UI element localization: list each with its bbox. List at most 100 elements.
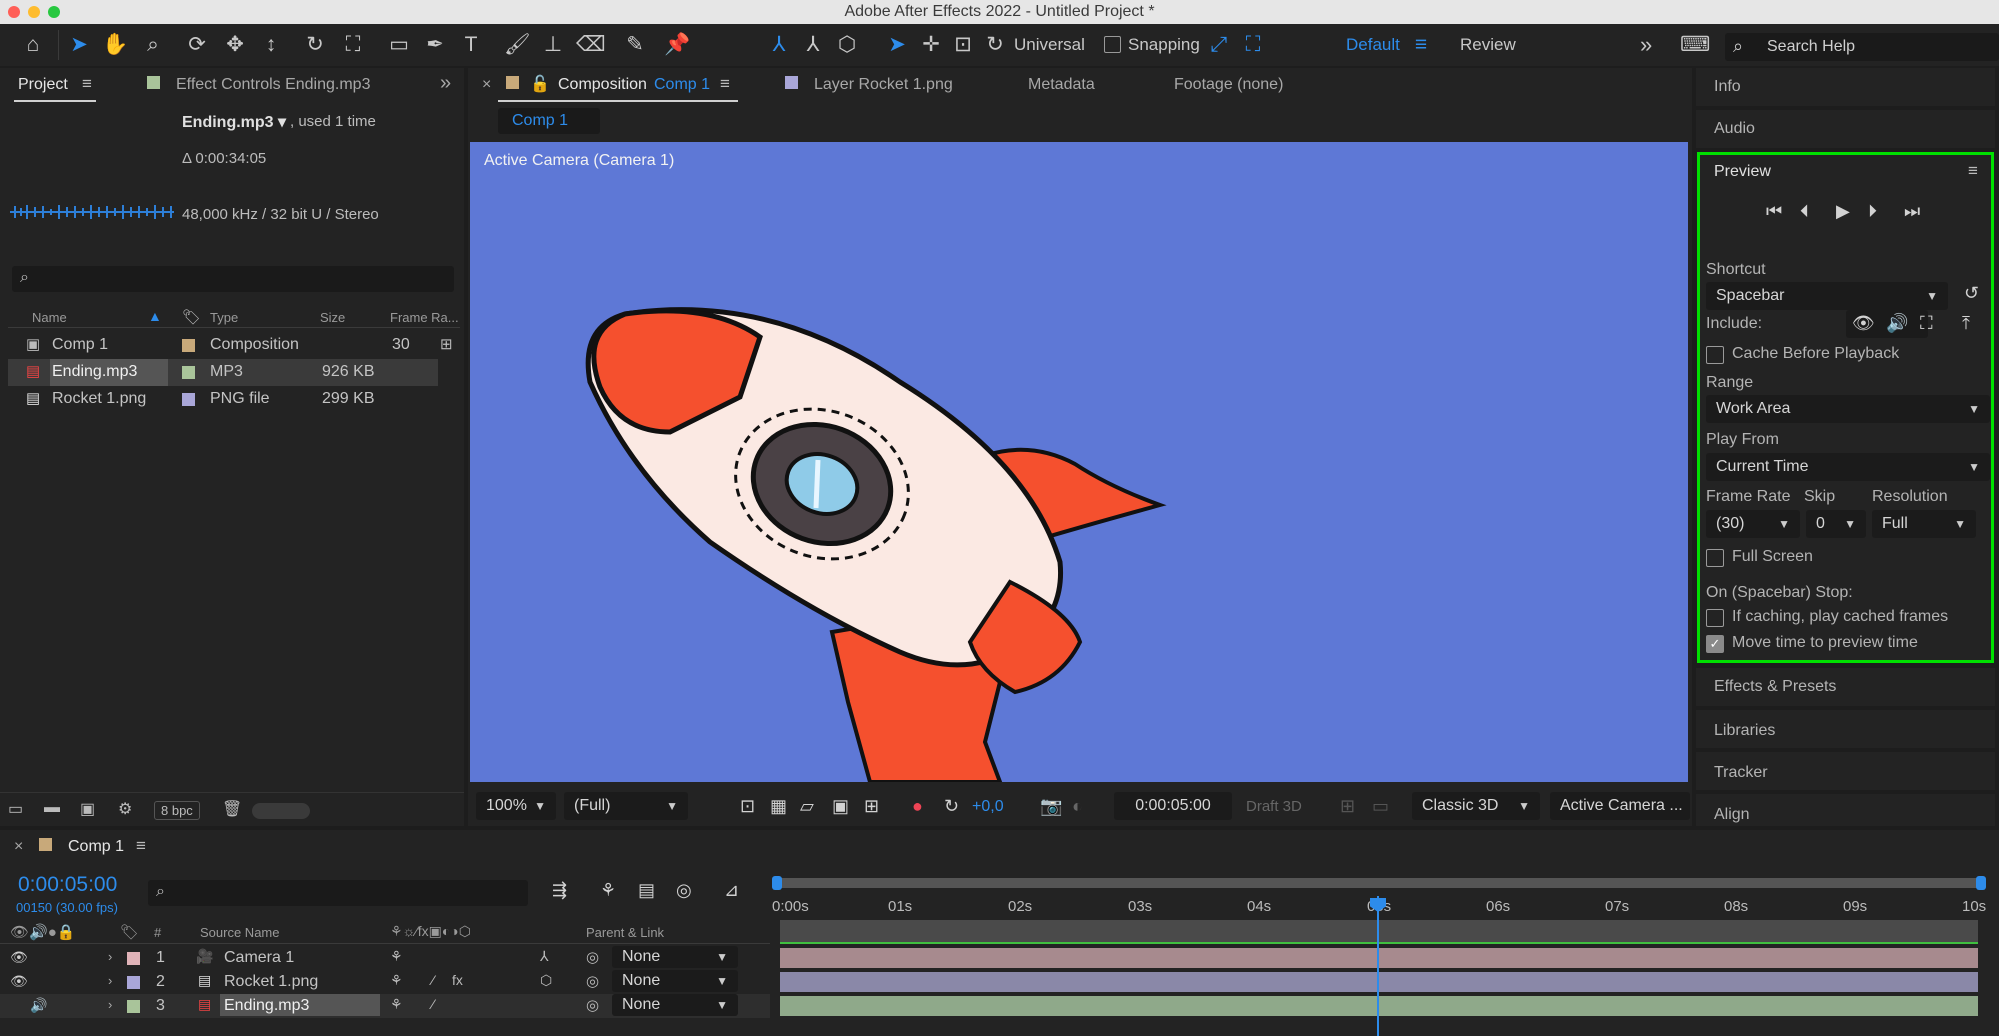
video-toggle-icon[interactable]: 👁 <box>10 949 28 966</box>
lock-icon[interactable]: 🔓 <box>530 74 550 94</box>
project-search-input[interactable]: ⌕ <box>12 266 454 292</box>
layer-label-swatch[interactable] <box>127 976 140 989</box>
next-frame-icon[interactable]: ⏵ <box>1868 201 1877 222</box>
label-column-icon[interactable]: 🏷 <box>182 308 201 326</box>
tab-project[interactable]: Project <box>18 76 68 94</box>
orbit-camera-icon[interactable]: ⟳ <box>184 32 210 58</box>
table-row[interactable]: ▣ Comp 1 Composition 30 ⊞ <box>8 332 460 359</box>
expand-chevron-icon[interactable]: › <box>108 973 112 988</box>
draft3d-timeline-icon[interactable]: ⚘ <box>600 880 616 901</box>
project-menu-icon[interactable]: ≡ <box>82 74 92 94</box>
zoom-tool-icon[interactable]: ⌕ <box>140 32 166 58</box>
workspace-menu-icon[interactable]: ≡ <box>1408 32 1434 58</box>
region-of-interest-icon[interactable]: ▣ <box>832 796 849 817</box>
clone-stamp-icon[interactable]: ⊥ <box>540 32 566 58</box>
pan-behind-icon[interactable]: ⛶ <box>340 32 366 58</box>
preview-resolution-select[interactable]: Full ▼ <box>1872 510 1976 538</box>
layer-row[interactable]: 🔊 › 3 ▤ Ending.mp3 ⚘ ⁄ ◎ None ▼ <box>0 994 770 1018</box>
expand-chevron-icon[interactable]: › <box>108 949 112 964</box>
current-time-indicator[interactable] <box>1377 896 1379 1036</box>
align-panel[interactable]: Align <box>1696 794 1995 826</box>
sort-ascending-icon[interactable]: ▲ <box>148 308 162 324</box>
range-select[interactable]: Work Area ▼ <box>1706 395 1990 423</box>
layer-bar[interactable] <box>780 996 1978 1016</box>
av-switches-icon[interactable]: 👁🔊●🔒 <box>10 923 75 941</box>
extended-viewer-icon[interactable]: ▭ <box>1372 796 1389 817</box>
layer-label-swatch[interactable] <box>127 952 140 965</box>
comp-mini-flowchart-icon[interactable]: ⇶ <box>552 880 567 901</box>
pick-whip-icon[interactable]: ◎ <box>586 972 599 990</box>
tab-footage[interactable]: Footage (none) <box>1174 76 1283 94</box>
play-from-select[interactable]: Current Time ▼ <box>1706 453 1990 481</box>
reset-shortcut-icon[interactable]: ↺ <box>1964 283 1979 304</box>
shortcut-select[interactable]: Spacebar ▼ <box>1706 282 1948 310</box>
table-row[interactable]: ▤ Rocket 1.png PNG file 299 KB <box>8 386 460 413</box>
parent-select[interactable]: None ▼ <box>612 946 738 968</box>
mask-visibility-icon[interactable]: ▱ <box>800 796 814 817</box>
label-swatch[interactable] <box>182 393 195 406</box>
snapshot-icon[interactable]: 📷 <box>1040 796 1062 817</box>
keyboard-icon[interactable]: ⌨ <box>1680 32 1710 58</box>
shy-switch-icon[interactable]: ⚘ <box>390 972 403 989</box>
current-time-display[interactable]: 0:00:05:00 <box>1114 792 1232 820</box>
info-panel[interactable]: Info <box>1696 68 1995 106</box>
layer-bar[interactable] <box>780 948 1978 968</box>
preview-menu-icon[interactable]: ≡ <box>1968 161 1978 181</box>
show-snapshot-icon[interactable]: ◐ <box>1072 796 1083 817</box>
zoom-select[interactable]: 100% ▼ <box>476 792 556 820</box>
video-toggle-icon[interactable]: 👁 <box>10 973 28 990</box>
comp-breadcrumb[interactable]: Comp 1 <box>498 108 600 134</box>
expand-chevron-icon[interactable]: › <box>108 997 112 1012</box>
table-row[interactable]: ▤ Ending.mp3 MP3 926 KB <box>8 359 438 386</box>
effects-switch-icon[interactable]: fx <box>452 972 463 988</box>
frame-rate-select[interactable]: (30) ▼ <box>1706 510 1800 538</box>
brush-tool-icon[interactable]: 🖌 <box>504 32 531 58</box>
flowchart-icon[interactable]: ⊞ <box>440 335 453 353</box>
cache-before-playback-checkbox[interactable] <box>1706 346 1724 364</box>
previous-frame-icon[interactable]: ⏴ <box>1800 201 1809 222</box>
fast-preview-icon[interactable]: ⊡ <box>740 796 755 817</box>
layer-label-swatch[interactable] <box>127 1000 140 1013</box>
selection-tool-icon[interactable]: ➤ <box>66 32 92 58</box>
3d-cube-icon[interactable]: ⬡ <box>540 972 552 989</box>
move-icon[interactable]: ✛ <box>918 32 944 58</box>
tab-timeline-comp[interactable]: Comp 1 <box>68 838 124 856</box>
dolly-camera-icon[interactable]: ↕ <box>258 32 284 58</box>
panel-overflow-icon[interactable]: » <box>440 72 451 95</box>
layer-bar[interactable] <box>780 972 1978 992</box>
column-parent-link[interactable]: Parent & Link <box>586 925 664 940</box>
snapping-label[interactable]: Snapping <box>1128 35 1200 55</box>
timeline-search-input[interactable]: ⌕ <box>148 880 528 906</box>
universal-select-icon[interactable]: ➤ <box>884 32 910 58</box>
audio-toggle-icon[interactable]: 🔊 <box>30 997 47 1014</box>
new-comp-icon[interactable]: ▣ <box>80 799 95 819</box>
pen-tool-icon[interactable]: ✒ <box>422 32 448 58</box>
transparency-grid-icon[interactable]: ▦ <box>770 796 787 817</box>
search-help-input[interactable]: ⌕ Search Help <box>1725 33 1999 61</box>
close-window-button[interactable] <box>8 6 20 18</box>
timeline-close-icon[interactable]: × <box>14 838 23 856</box>
include-video-icon[interactable]: 👁 <box>1852 313 1875 334</box>
move-time-checkbox[interactable]: ✓ <box>1706 635 1724 653</box>
type-tool-icon[interactable]: T <box>458 32 484 58</box>
trash-icon[interactable]: 🗑 <box>222 799 242 819</box>
column-source-name[interactable]: Source Name <box>200 925 279 940</box>
workspace-overflow-icon[interactable]: » <box>1640 32 1652 58</box>
zoom-window-button[interactable] <box>48 6 60 18</box>
column-type[interactable]: Type <box>210 310 238 325</box>
include-overlays-icon[interactable]: ⛶ <box>1920 313 1933 334</box>
libraries-panel[interactable]: Libraries <box>1696 710 1995 748</box>
tab-layer[interactable]: Layer Rocket 1.png <box>814 76 953 94</box>
rectangle-tool-icon[interactable]: ▭ <box>386 32 412 58</box>
label-swatch[interactable] <box>182 366 195 379</box>
quality-switch-icon[interactable]: ⁄ <box>432 972 434 988</box>
snap-features-icon[interactable]: ⛶ <box>1240 32 1266 58</box>
column-frame-rate[interactable]: Frame Ra... <box>390 310 459 325</box>
column-name[interactable]: Name <box>32 310 67 325</box>
first-frame-icon[interactable]: ⏮ <box>1766 201 1782 222</box>
project-settings-icon[interactable]: ⚙ <box>118 799 132 819</box>
workspace-review[interactable]: Review <box>1460 35 1516 55</box>
pick-whip-icon[interactable]: ◎ <box>586 996 599 1014</box>
shy-switch-icon[interactable]: ⚘ <box>390 948 403 965</box>
parent-select[interactable]: None ▼ <box>612 994 738 1016</box>
